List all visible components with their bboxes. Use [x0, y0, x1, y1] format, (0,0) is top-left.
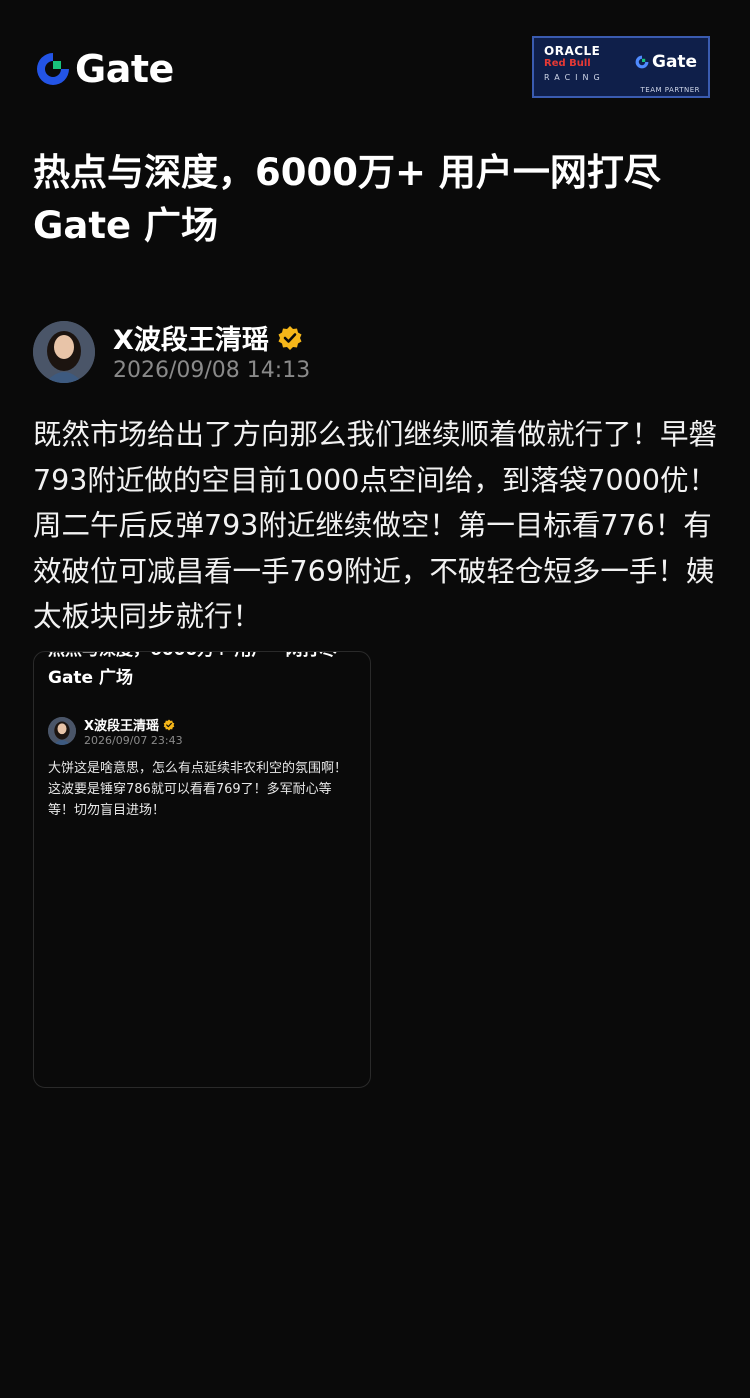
verified-badge-icon [163, 718, 175, 731]
partner-oracle-text: ORACLE [544, 44, 601, 58]
embed-avatar [48, 717, 76, 745]
avatar[interactable] [33, 321, 95, 383]
partner-redbull-text: Red Bull [544, 58, 591, 69]
embed-author: X波段王清瑶 [84, 715, 175, 734]
embed-title: 热点与深度，6000万+ 用户一网打尽 Gate 广场 [48, 652, 336, 688]
embed-body: 大饼这是啥意思，怎么有点延续非农利空的氛围啊！这波要是锤穿786就可以看看769… [48, 761, 348, 818]
hero-title: 热点与深度，6000万+ 用户一网打尽 Gate 广场 [33, 151, 661, 247]
gate-logo-icon [635, 55, 649, 69]
avatar-photo [33, 321, 95, 383]
logo-text: Gate [75, 47, 174, 91]
post-body: 既然市场给出了方向那么我们继续顺着做就行了！早磐793附近做的空目前1000点空… [33, 418, 718, 633]
avatar-photo [48, 717, 76, 745]
embed-author-name: X波段王清瑶 [84, 719, 160, 734]
embedded-post-image[interactable]: 热点与深度，6000万+ 用户一网打尽 Gate 广场 X波段王清瑶 2026/… [33, 651, 371, 1088]
gate-logo-icon [37, 53, 69, 85]
author-name[interactable]: X波段王清瑶 [113, 318, 269, 357]
post-timestamp: 2026/09/08 14:13 [113, 358, 311, 383]
partner-racing-text: RACING [544, 73, 605, 82]
partner-gate-logo: Gate [634, 52, 697, 72]
post-author[interactable]: X波段王清瑶 [113, 318, 303, 357]
partner-gate-text: Gate [652, 52, 698, 72]
team-partner-badge: ORACLE Red Bull RACING Gate TEAM PARTNER [532, 36, 710, 98]
gate-logo[interactable]: Gate [33, 47, 174, 91]
app-header: Gate ORACLE Red Bull RACING Gate TEAM PA… [0, 0, 750, 130]
embed-timestamp: 2026/09/07 23:43 [84, 734, 183, 747]
verified-badge-icon [278, 325, 302, 350]
team-partner-label: TEAM PARTNER [640, 86, 700, 94]
